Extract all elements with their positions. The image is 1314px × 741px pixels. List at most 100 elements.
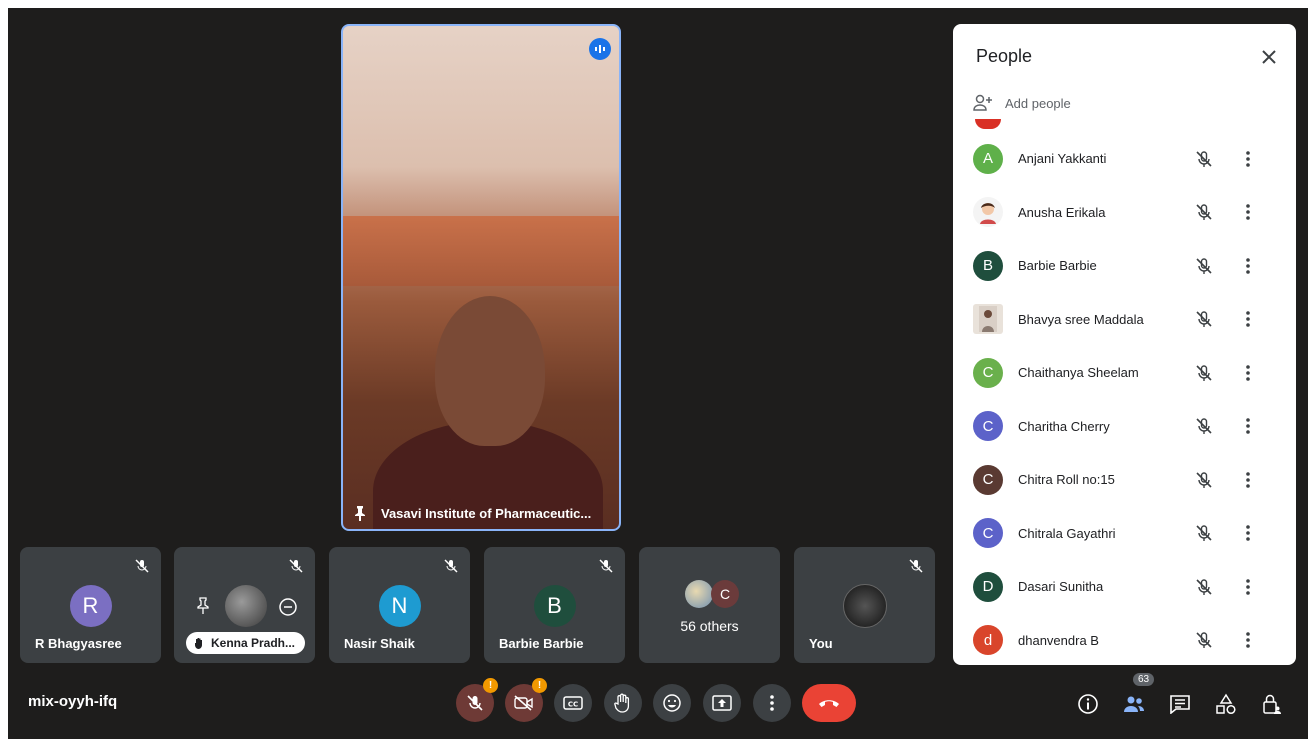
participant-name: Anusha Erikala (1018, 204, 1106, 220)
mic-off-icon (599, 559, 613, 573)
chat-button[interactable] (1167, 691, 1193, 717)
svg-text:CC: CC (568, 701, 578, 709)
meeting-details-button[interactable] (1075, 691, 1101, 717)
present-screen-button[interactable] (703, 684, 741, 722)
participant-row[interactable]: C Chitrala Gayathri (953, 507, 1296, 561)
mic-off-icon (135, 559, 149, 573)
host-controls-button[interactable] (1259, 691, 1285, 717)
participant-name: Dasari Sunitha (1018, 579, 1104, 595)
participant-list: A Anjani Yakkanti Anusha Erikala B Barbi… (953, 132, 1296, 665)
more-options-icon[interactable] (1245, 471, 1251, 489)
participant-row[interactable]: C Chitra Roll no:15 (953, 453, 1296, 507)
add-person-icon (973, 94, 992, 111)
add-people-button[interactable]: Add people (973, 94, 1071, 112)
captions-button[interactable]: CC (554, 684, 592, 722)
participant-row[interactable]: A Anjani Yakkanti (953, 132, 1296, 186)
people-icon (1124, 696, 1144, 712)
avatar: C (711, 580, 739, 608)
participant-name: Barbie Barbie (499, 636, 584, 651)
mic-off-icon (289, 559, 303, 573)
camera-off-icon (514, 695, 533, 711)
captions-icon: CC (563, 696, 583, 710)
more-options-icon[interactable] (1245, 364, 1251, 382)
participant-name: R Bhagyasree (35, 636, 122, 651)
warning-badge: ! (483, 678, 498, 693)
cartoon-avatar (980, 203, 996, 225)
more-options-icon[interactable] (1245, 310, 1251, 328)
participant-tile[interactable]: Kenna Pradh... (174, 547, 315, 663)
speaker-name-row: Vasavi Institute of Pharmaceutic... (353, 505, 591, 521)
participant-row[interactable]: Bhavya sree Maddala (953, 293, 1296, 347)
people-button[interactable] (1121, 691, 1147, 717)
info-icon (1078, 694, 1098, 714)
participant-row[interactable]: C Chaithanya Sheelam (953, 346, 1296, 400)
hang-up-icon (819, 700, 839, 707)
participant-name-chip: Kenna Pradh... (186, 632, 305, 654)
close-icon[interactable] (1258, 46, 1280, 68)
participant-count-badge: 63 (1133, 673, 1155, 686)
remove-icon[interactable] (278, 597, 298, 617)
mic-toggle-button[interactable]: ! (456, 678, 498, 722)
warning-badge: ! (532, 678, 547, 693)
raise-hand-button[interactable] (604, 684, 642, 722)
avatar (225, 585, 267, 627)
more-options-icon[interactable] (1245, 417, 1251, 435)
participant-tile[interactable]: R R Bhagyasree (20, 547, 161, 663)
more-options-icon[interactable] (1245, 631, 1251, 649)
participant-name: Barbie Barbie (1018, 258, 1097, 274)
participant-tile[interactable]: B Barbie Barbie (484, 547, 625, 663)
more-options-icon[interactable] (1245, 257, 1251, 275)
mic-off-icon (1196, 472, 1212, 488)
camera-toggle-button[interactable]: ! (505, 678, 547, 722)
participant-name: Chitra Roll no:15 (1018, 472, 1115, 488)
participant-name: You (809, 636, 833, 651)
others-label: 56 others (680, 618, 739, 634)
participant-name: Chaithanya Sheelam (1018, 365, 1139, 381)
avatar: C (973, 357, 1003, 388)
others-tile[interactable]: C 56 others (639, 547, 780, 663)
mic-off-icon (1196, 151, 1212, 167)
activities-icon (1216, 693, 1236, 715)
avatar: C (973, 518, 1003, 549)
people-panel: People Add people A Anjani Yakkanti Anus… (953, 24, 1296, 665)
leave-call-button[interactable] (802, 684, 856, 722)
avatar (842, 584, 887, 628)
mic-off-icon (1196, 258, 1212, 274)
avatar: R (69, 585, 112, 627)
participant-name: Chitrala Gayathri (1018, 525, 1116, 541)
meet-window: Vasavi Institute of Pharmaceutic... R R … (8, 8, 1308, 739)
avatar: B (973, 250, 1003, 281)
more-options-icon[interactable] (1245, 578, 1251, 596)
avatar: d (973, 625, 1003, 656)
participant-name: Charitha Cherry (1018, 418, 1110, 434)
mic-off-icon (1196, 632, 1212, 649)
activities-button[interactable] (1213, 691, 1239, 717)
present-icon (712, 695, 732, 711)
add-people-label: Add people (1005, 95, 1071, 111)
participant-row[interactable]: B Barbie Barbie (953, 239, 1296, 293)
more-options-button[interactable] (753, 684, 791, 722)
more-options-icon[interactable] (1245, 524, 1251, 542)
emoji-icon (663, 694, 681, 712)
avatar: A (973, 143, 1003, 174)
avatar: C (973, 464, 1003, 495)
speaker-name: Vasavi Institute of Pharmaceutic... (381, 505, 592, 521)
self-tile[interactable]: You (794, 547, 935, 663)
speaker-video[interactable]: Vasavi Institute of Pharmaceutic... (341, 24, 621, 531)
more-options-icon[interactable] (1245, 150, 1251, 168)
reactions-button[interactable] (653, 684, 691, 722)
avatar (973, 197, 1003, 228)
mic-off-icon (1196, 204, 1212, 221)
participant-row[interactable]: Anusha Erikala (953, 186, 1296, 240)
avatar (685, 580, 713, 608)
participant-row[interactable]: D Dasari Sunitha (953, 560, 1296, 614)
more-options-icon[interactable] (1245, 203, 1251, 221)
pin-icon[interactable] (196, 597, 210, 615)
participant-row[interactable]: d dhanvendra B (953, 614, 1296, 666)
participant-tile[interactable]: N Nasir Shaik (329, 547, 470, 663)
mic-off-icon (1196, 525, 1212, 542)
photo-avatar (979, 306, 997, 333)
mic-off-icon (1196, 365, 1212, 381)
participant-row[interactable]: C Charitha Cherry (953, 400, 1296, 454)
pin-icon[interactable] (353, 505, 367, 521)
